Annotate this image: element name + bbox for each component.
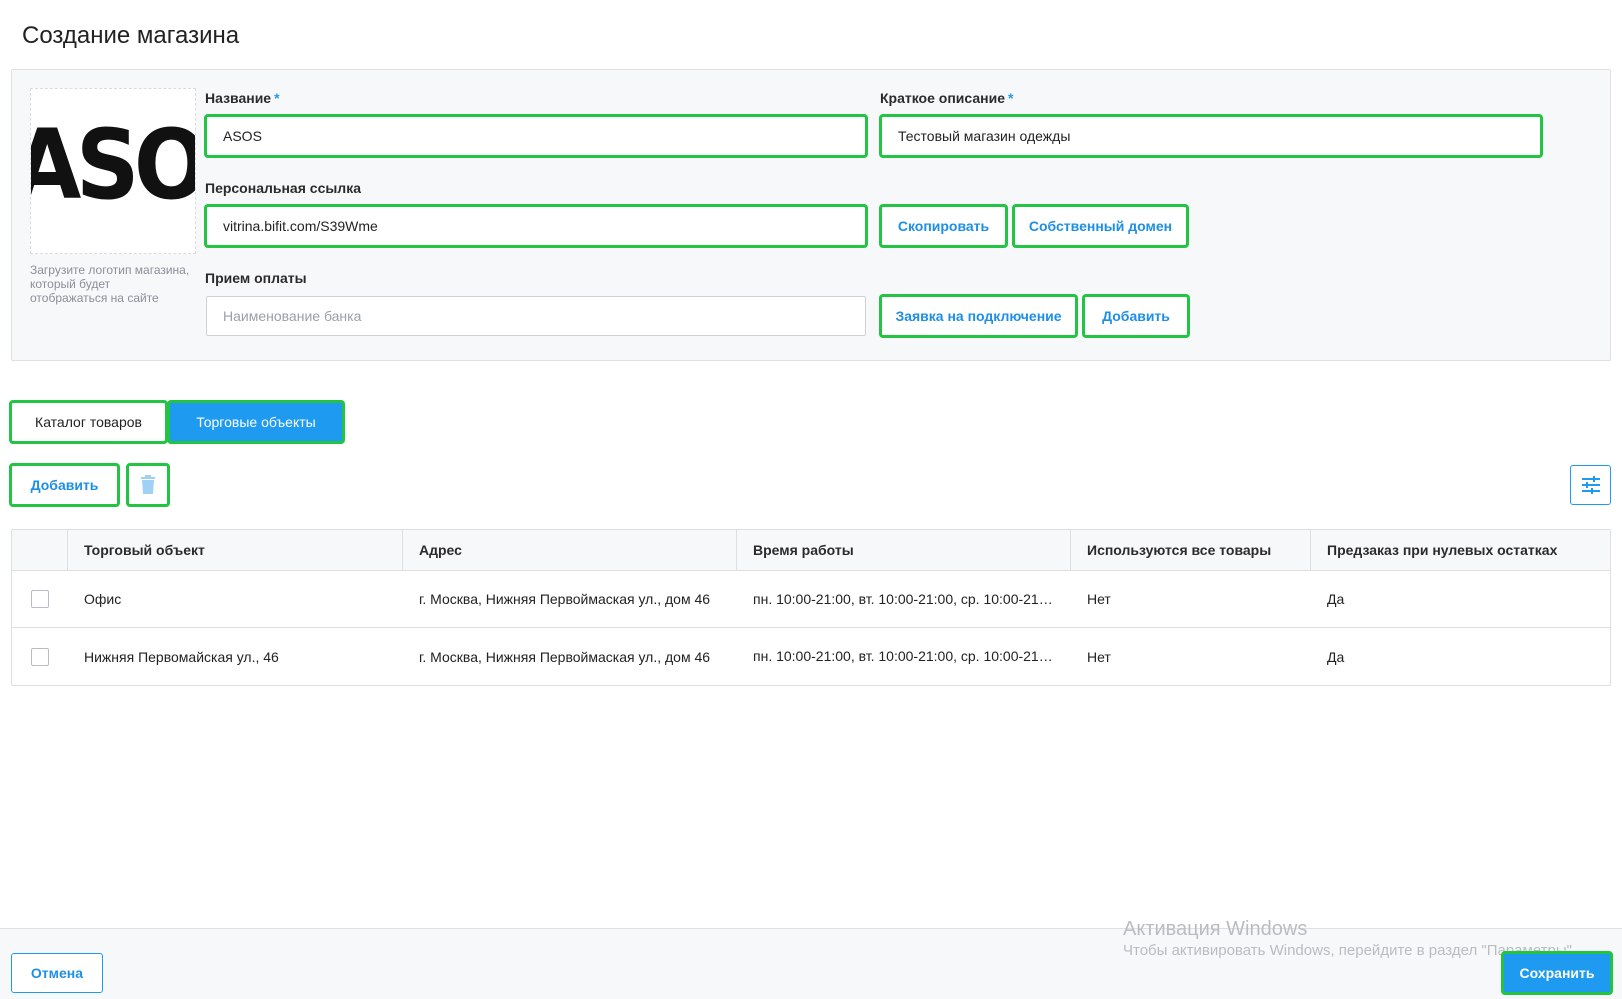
cell-preorder: Да — [1327, 648, 1345, 665]
save-button[interactable]: Сохранить — [1501, 951, 1613, 995]
footer-bar — [0, 928, 1622, 999]
row-checkbox[interactable] — [31, 647, 49, 666]
store-logo: ASOS — [31, 109, 195, 221]
table-row[interactable]: Нижняя Первомайская ул., 46 г. Москва, Н… — [12, 628, 1610, 685]
add-object-button[interactable]: Добавить — [9, 463, 120, 507]
payment-label: Прием оплаты — [205, 270, 307, 286]
cell-hours: пн. 10:00-21:00, вт. 10:00-21:00, ср. 10… — [753, 590, 1059, 607]
connect-request-button[interactable]: Заявка на подключение — [879, 294, 1078, 338]
name-input[interactable] — [204, 114, 868, 158]
windows-activation-title: Активация Windows — [1123, 918, 1308, 940]
row-checkbox[interactable] — [31, 590, 49, 608]
logo-upload[interactable]: ASOS — [30, 88, 196, 254]
column-header: Время работы — [737, 530, 1071, 570]
cell-address: г. Москва, Нижняя Первоймаская ул., дом … — [419, 591, 711, 607]
add-bank-button[interactable]: Добавить — [1082, 294, 1190, 338]
column-header: Торговый объект — [68, 530, 403, 570]
sliders-icon — [1581, 476, 1600, 494]
cell-hours: пн. 10:00-21:00, вт. 10:00-21:00, ср. 10… — [753, 648, 1059, 664]
page-title: Создание магазина — [22, 22, 240, 49]
cell-name: Офис — [84, 591, 122, 607]
column-settings-button[interactable] — [1570, 465, 1611, 505]
cell-all-goods: Нет — [1087, 591, 1111, 607]
personal-link-input[interactable] — [204, 204, 868, 248]
description-label: Краткое описание * — [880, 90, 1014, 106]
bank-name-input[interactable] — [206, 296, 866, 336]
cell-all-goods: Нет — [1087, 648, 1111, 665]
tab-trade-objects[interactable]: Торговые объекты — [167, 400, 345, 444]
header-select — [12, 530, 68, 570]
cell-address: г. Москва, Нижняя Первоймаская ул., дом … — [419, 648, 711, 665]
delete-button[interactable] — [126, 463, 170, 507]
name-label: Название * — [205, 90, 280, 106]
tab-catalog[interactable]: Каталог товаров — [9, 400, 168, 444]
description-input[interactable] — [879, 114, 1543, 158]
personal-link-label: Персональная ссылка — [205, 180, 361, 196]
cell-preorder: Да — [1327, 591, 1345, 607]
cancel-button[interactable]: Отмена — [11, 953, 103, 993]
table-header: Торговый объект Адрес Время работы Испол… — [12, 530, 1610, 571]
cell-name: Нижняя Первомайская ул., 46 — [84, 648, 279, 665]
column-header: Используются все товары — [1071, 530, 1311, 570]
column-header: Адрес — [403, 530, 737, 570]
trash-icon — [141, 475, 155, 494]
table-row[interactable]: Офис г. Москва, Нижняя Первоймаская ул.,… — [12, 571, 1610, 628]
custom-domain-button[interactable]: Собственный домен — [1012, 204, 1189, 248]
column-header: Предзаказ при нулевых остатках — [1327, 542, 1558, 558]
copy-link-button[interactable]: Скопировать — [879, 204, 1008, 248]
logo-hint: Загрузите логотип магазина, который буде… — [30, 263, 190, 305]
trade-objects-table: Торговый объект Адрес Время работы Испол… — [11, 529, 1611, 686]
store-form-card: ASOS Загрузите логотип магазина, который… — [11, 69, 1611, 361]
